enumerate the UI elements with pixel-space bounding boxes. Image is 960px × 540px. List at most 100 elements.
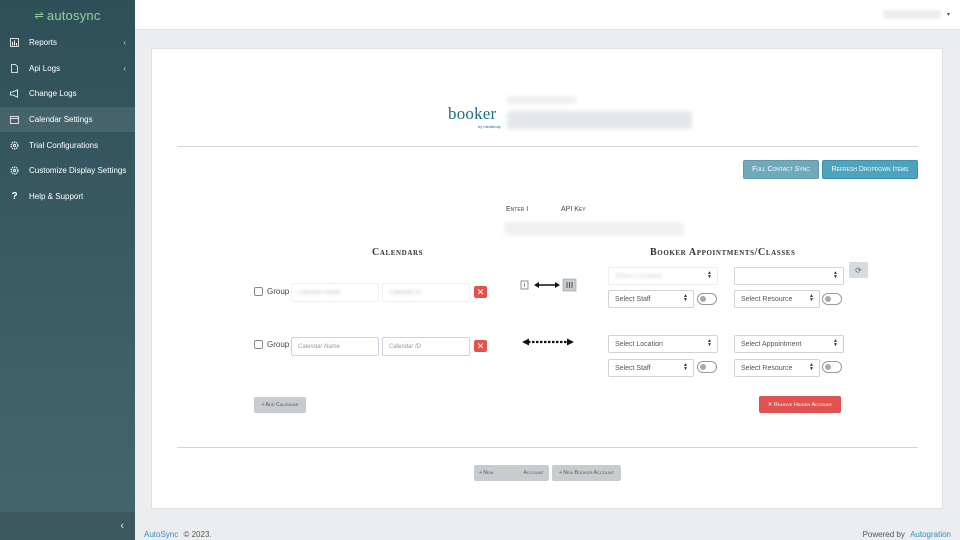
sidebar-item-api-logs[interactable]: Api Logs ‹	[0, 56, 135, 82]
booker-logo-text: booker	[448, 104, 497, 123]
full-contact-sync-button[interactable]: Full Contact Sync	[743, 160, 819, 179]
updown-icon: ▲ ▼	[683, 362, 688, 372]
brand-name: autosync	[46, 7, 101, 23]
select-staff[interactable]: Select Staff ▲ ▼	[608, 359, 694, 377]
calendar-name-input[interactable]: Calendar Name	[291, 337, 379, 356]
remove-row-button[interactable]: ✕	[474, 286, 487, 298]
caret-down-icon: ▾	[946, 12, 950, 18]
select-location[interactable]: Select Location ▲ ▼	[608, 335, 718, 353]
footer-right: Powered by Autogration	[863, 530, 951, 539]
new-account-button[interactable]: + New Account	[474, 465, 549, 481]
select-staff-value: Select Staff	[615, 364, 651, 372]
select-resource-value: Select Resource	[741, 295, 793, 303]
remove-account-button[interactable]: ✕ Remove Hidden Account	[759, 396, 841, 413]
updown-icon: ▲ ▼	[683, 293, 688, 303]
sidebar-item-customize-display[interactable]: Customize Display Settings	[0, 158, 135, 184]
calendar-id-input[interactable]: Calendar ID	[382, 283, 470, 302]
select-appointment[interactable]: Select Appointment ▲ ▼	[734, 335, 844, 353]
group-checkbox-row[interactable]: Group	[254, 340, 289, 349]
sidebar-item-trial-configurations[interactable]: Trial Configurations	[0, 132, 135, 158]
bar-chart-icon	[10, 38, 19, 48]
booker-logo: booker by mindbody	[448, 104, 501, 129]
updown-icon: ▲ ▼	[833, 338, 838, 348]
top-bar: ▾	[135, 0, 960, 30]
sidebar-item-label: Trial Configurations	[29, 140, 99, 150]
autosync-link[interactable]: AutoSync	[144, 530, 178, 539]
updown-icon: ▲ ▼	[707, 270, 712, 280]
new-account-label: + New	[479, 470, 494, 476]
group-checkbox[interactable]	[254, 340, 263, 349]
updown-icon: ▲ ▼	[809, 293, 814, 303]
calendar-name-value: Calendar Name	[298, 289, 341, 296]
autogration-link[interactable]: Autogration	[910, 530, 951, 539]
dashed-two-way-arrow-icon	[522, 338, 574, 346]
updown-icon: ▲ ▼	[809, 362, 814, 372]
new-account-suffix: Account	[523, 470, 544, 476]
powered-by: Powered by	[862, 530, 905, 539]
select-resource[interactable]: Select Resource ▲ ▼	[734, 359, 820, 377]
chevron-left-icon: ‹	[123, 38, 126, 48]
footer-left: AutoSync © 2023.	[144, 530, 212, 539]
booker-heading: Booker Appointments/Classes	[650, 247, 796, 258]
booker-logo-sub: by mindbody	[478, 124, 501, 129]
calendar-icon	[10, 115, 19, 124]
staff-toggle[interactable]	[697, 361, 717, 373]
calendar-name-placeholder: Calendar Name	[298, 343, 341, 350]
chevron-left-icon: ‹	[120, 520, 124, 532]
refresh-dropdown-items-button[interactable]: Refresh Dropdown Items	[822, 160, 918, 179]
account-info-redacted	[507, 111, 692, 129]
sidebar-item-change-logs[interactable]: Change Logs	[0, 81, 135, 107]
new-booker-account-button[interactable]: + New Booker Account	[552, 465, 621, 481]
sync-arrows-icon: ⇌	[34, 9, 44, 22]
refresh-row-button[interactable]: ⟳	[849, 262, 868, 278]
calendar-settings-card: booker by mindbody Full Contact Sync Ref…	[151, 48, 943, 509]
calendars-heading: Calendars	[372, 247, 424, 258]
remove-row-button[interactable]: ✕	[474, 340, 487, 352]
group-checkbox-row[interactable]: Group	[254, 287, 289, 296]
sidebar-collapse-button[interactable]: ‹	[0, 512, 135, 540]
api-key-label: API Key	[561, 206, 586, 213]
resource-toggle[interactable]	[822, 293, 842, 305]
sync-direction-control[interactable]	[520, 278, 580, 292]
select-resource-value: Select Resource	[741, 364, 793, 372]
select-location-value: Select Location	[615, 340, 663, 348]
select-staff-value: Select Staff	[615, 295, 651, 303]
api-key-input[interactable]	[504, 222, 684, 235]
megaphone-icon	[10, 89, 19, 99]
select-staff[interactable]: Select Staff ▲ ▼	[608, 290, 694, 308]
user-menu[interactable]: ▾	[882, 10, 950, 19]
updown-icon: ▲ ▼	[707, 338, 712, 348]
sidebar-item-help-support[interactable]: ? Help & Support	[0, 184, 135, 210]
copyright: © 2023.	[183, 530, 212, 539]
resource-toggle[interactable]	[822, 361, 842, 373]
chevron-left-icon: ‹	[123, 63, 126, 73]
select-resource[interactable]: Select Resource ▲ ▼	[734, 290, 820, 308]
group-checkbox[interactable]	[254, 287, 263, 296]
sidebar-item-label: Calendar Settings	[29, 115, 93, 125]
staff-toggle[interactable]	[697, 293, 717, 305]
calendar-id-input[interactable]: Calendar ID	[382, 337, 470, 356]
add-calendar-button[interactable]: + Add Calendar	[254, 397, 306, 413]
calendar-id-placeholder: Calendar ID	[389, 343, 422, 350]
file-icon	[10, 63, 19, 73]
select-appointment-value: Select Appointment	[741, 340, 802, 348]
select-location[interactable]: Select Location ▲ ▼	[608, 267, 718, 285]
sidebar-item-reports[interactable]: Reports ‹	[0, 30, 135, 56]
calendar-name-input[interactable]: Calendar Name	[291, 283, 379, 302]
sidebar-item-label: Api Logs	[29, 63, 61, 73]
sync-direction-control[interactable]	[520, 336, 576, 348]
gear-icon	[10, 166, 19, 175]
sidebar-item-calendar-settings[interactable]: Calendar Settings	[0, 106, 135, 133]
brand-logo[interactable]: ⇌ autosync	[0, 0, 135, 30]
close-icon: ✕	[476, 286, 485, 297]
select-appointment[interactable]: ▲ ▼	[734, 267, 844, 285]
group-label: Group	[267, 287, 290, 296]
close-icon: ✕	[476, 340, 485, 351]
enter-label: Enter I	[506, 206, 529, 213]
sidebar-item-label: Reports	[29, 38, 58, 48]
sidebar-nav: Reports ‹ Api Logs ‹ Change Logs Calenda…	[0, 30, 135, 209]
gear-icon	[10, 141, 19, 150]
two-way-arrow-icon	[520, 278, 577, 292]
sidebar: ⇌ autosync Reports ‹ Api Logs ‹ Change L…	[0, 0, 135, 540]
group-label: Group	[267, 340, 290, 349]
